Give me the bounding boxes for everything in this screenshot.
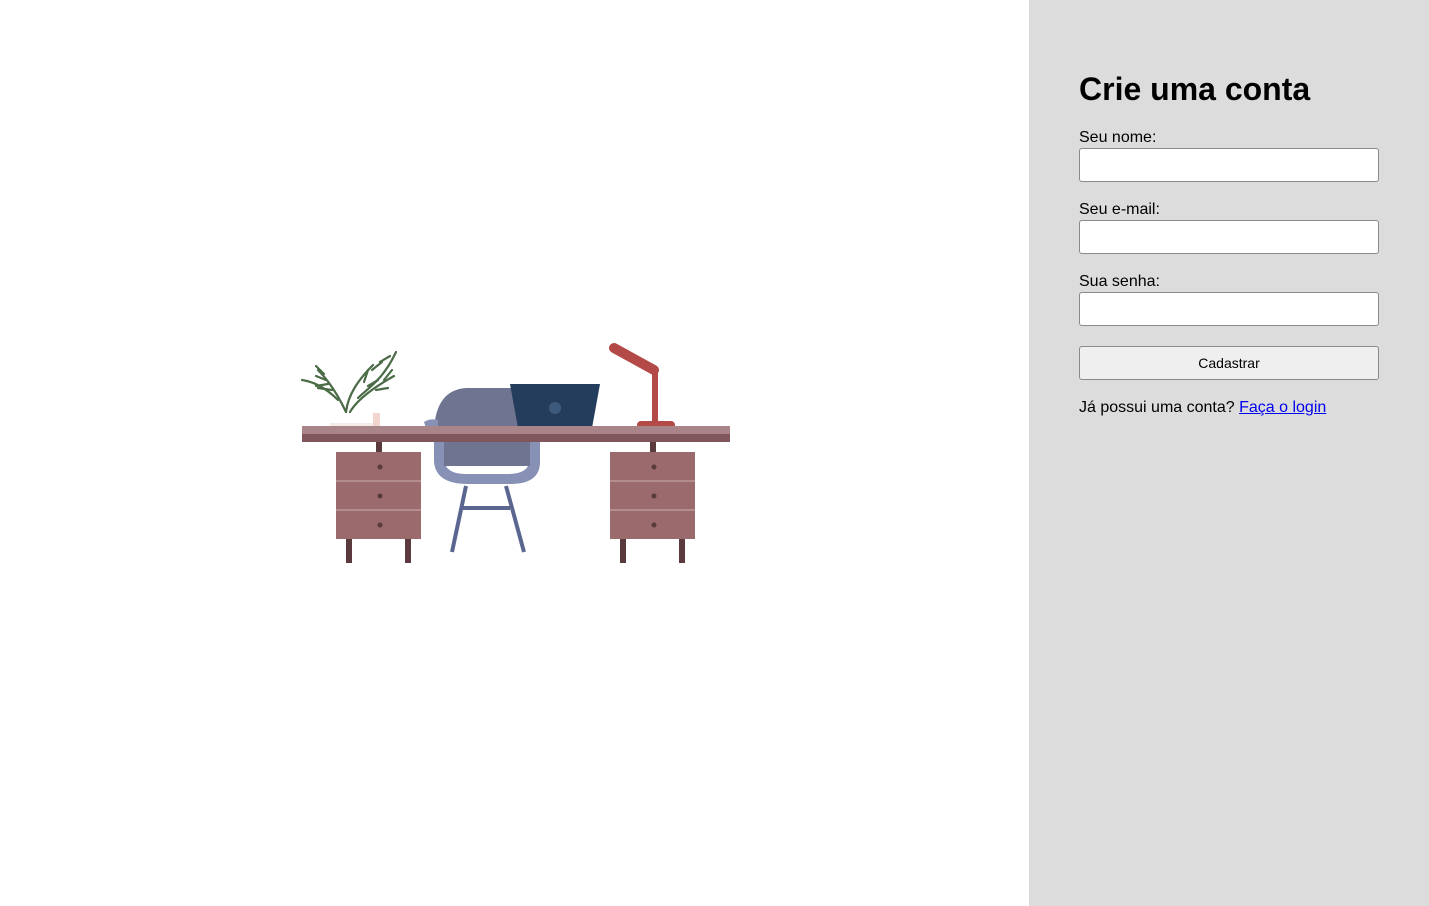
laptop-icon [510, 384, 600, 428]
chair-icon [434, 442, 540, 553]
left-drawer-unit [336, 452, 421, 563]
name-label: Seu nome: [1079, 129, 1157, 146]
page-title: Crie uma conta [1079, 71, 1311, 107]
right-drawer-unit [610, 452, 695, 563]
register-button[interactable]: Cadastrar [1079, 346, 1379, 380]
plant-icon [300, 350, 398, 414]
signup-panel: Crie uma conta Seu nome: Seu e-mail: Sua… [1029, 0, 1429, 906]
lamp-icon [609, 343, 675, 429]
desk-workspace-illustration [300, 343, 730, 563]
password-label: Sua senha: [1079, 273, 1160, 290]
desk-edge [302, 434, 730, 442]
email-label: Seu e-mail: [1079, 201, 1160, 218]
login-prompt-row: Já possui uma conta? Faça o login [1079, 398, 1326, 418]
login-link[interactable]: Faça o login [1239, 399, 1326, 416]
illustration-area [0, 0, 1029, 906]
email-field[interactable] [1079, 220, 1379, 254]
login-prompt-text: Já possui uma conta? [1079, 399, 1235, 416]
password-field[interactable] [1079, 292, 1379, 326]
candle [373, 413, 380, 427]
desk-top [302, 426, 730, 434]
name-field[interactable] [1079, 148, 1379, 182]
signup-page: Crie uma conta Seu nome: Seu e-mail: Sua… [0, 0, 1429, 906]
